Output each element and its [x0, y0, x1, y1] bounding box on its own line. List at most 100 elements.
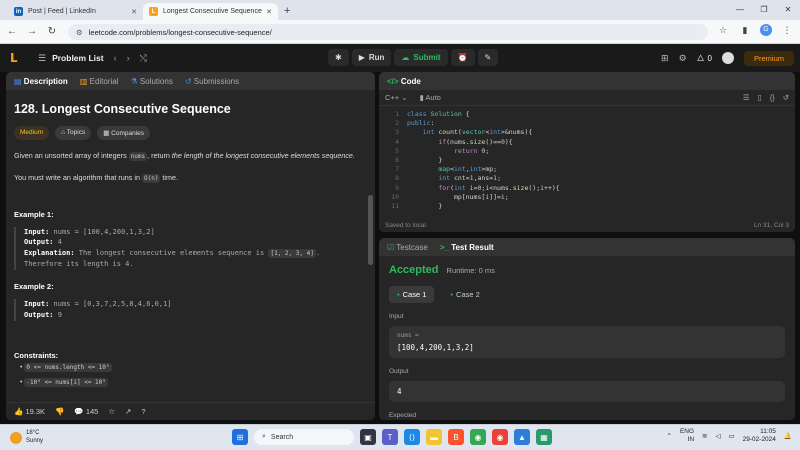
favorite-star-icon[interactable]: ☆ — [108, 407, 115, 416]
tab-solutions[interactable]: ⚗ Solutions — [131, 77, 173, 86]
wifi-icon[interactable]: ≋ — [702, 432, 707, 440]
topics-button[interactable]: ⌂ Topics — [55, 126, 92, 140]
history-icon: ↺ — [184, 76, 192, 86]
result-status: Accepted — [389, 264, 439, 276]
braces-icon[interactable]: {} — [770, 93, 775, 102]
premium-button[interactable]: Premium — [743, 50, 794, 66]
tab-submissions[interactable]: ↺ Submissions — [185, 77, 239, 86]
vscode-icon[interactable]: ⟨⟩ — [404, 429, 420, 445]
browser-tab-leetcode[interactable]: L Longest Consecutive Sequence ✕ — [143, 3, 278, 20]
site-info-icon[interactable]: ⚙ — [76, 28, 83, 37]
weather-widget[interactable]: 18°C Sunny — [10, 430, 43, 444]
tab-test-result[interactable]: >_ Test Result — [440, 243, 494, 252]
case-2-tab[interactable]: • Case 2 — [442, 286, 487, 303]
reset-icon[interactable]: ↺ — [783, 93, 789, 102]
note-icon: ✎ — [484, 53, 492, 62]
output-label: Output — [389, 368, 409, 375]
search-icon: ⌕ — [262, 433, 266, 440]
clock[interactable]: 11:05 29-02-2024 — [743, 428, 776, 445]
brave-icon[interactable]: B — [448, 429, 464, 445]
forward-icon[interactable]: → — [24, 26, 40, 37]
doc-icon: ▤ — [14, 76, 22, 86]
tab-title: Longest Consecutive Sequence — [163, 8, 262, 15]
bookmark-icon[interactable]: ▯ — [758, 93, 762, 102]
battery-icon[interactable]: ▭ — [729, 432, 735, 440]
code-header: </> Code — [379, 72, 795, 90]
alarm-icon: ⏰ — [457, 53, 468, 62]
leetcode-icon: L — [149, 7, 158, 16]
scrollbar[interactable] — [368, 195, 373, 265]
help-icon[interactable]: ? — [141, 407, 145, 416]
output-box: 4 — [389, 381, 785, 402]
photos-icon[interactable]: ▲ — [514, 429, 530, 445]
back-icon[interactable]: ← — [4, 26, 20, 37]
bookmark-star-icon[interactable]: ☆ — [716, 25, 730, 36]
task-view-icon[interactable]: ▣ — [360, 429, 376, 445]
close-window-icon[interactable]: ✕ — [776, 0, 800, 20]
description-panel: ▤ Description ▥ Editorial ⚗ Solutions ↺ … — [6, 72, 375, 420]
companies-button[interactable]: ▦ Companies — [97, 126, 151, 140]
leetcode-logo-icon[interactable]: ᒪ — [10, 51, 24, 65]
problem-list-button[interactable]: ☰ Problem List — [38, 53, 104, 64]
taskbar-search[interactable]: ⌕ Search — [254, 429, 354, 445]
language-select[interactable]: C++ ⌄ — [385, 93, 408, 102]
shuffle-icon[interactable]: ⤭ — [140, 53, 147, 64]
example-2-body: Input: nums = [0,3,7,2,5,8,4,6,0,1] Outp… — [14, 298, 367, 321]
difficulty-badge: Medium — [14, 126, 50, 140]
submit-button[interactable]: ☁ Submit — [394, 49, 448, 66]
reload-icon[interactable]: ↻ — [44, 26, 60, 37]
constraint-item: -10⁹ <= nums[i] <= 10⁹ — [24, 378, 108, 388]
format-icon[interactable]: ☰ — [743, 93, 750, 102]
tab-description[interactable]: ▤ Description — [14, 77, 68, 86]
share-icon[interactable]: ↗ — [125, 407, 131, 416]
url-input[interactable]: ⚙ leetcode.com/problems/longest-consecut… — [68, 24, 708, 40]
streak-fire-icon[interactable]: 🜂 — [697, 49, 705, 67]
menu-icon[interactable]: ⋮ — [780, 25, 794, 36]
case-1-tab[interactable]: • Case 1 — [389, 286, 435, 303]
timer-button[interactable]: ⏰ — [450, 49, 475, 66]
teams-icon[interactable]: T — [382, 429, 398, 445]
chrome-profile-icon[interactable]: ◉ — [492, 429, 508, 445]
volume-icon[interactable]: ◁ — [716, 432, 721, 440]
run-button[interactable]: ▶ Run — [351, 49, 392, 66]
tab-testcase[interactable]: ☑ Testcase — [387, 243, 428, 252]
problem-title[interactable]: 128. Longest Consecutive Sequence — [14, 102, 367, 116]
comments-button[interactable]: 💬 145 — [74, 407, 98, 416]
profile-icon[interactable]: G — [760, 24, 772, 36]
chevron-down-icon: ⌄ — [401, 93, 408, 102]
result-panel: ☑ Testcase >_ Test Result Accepted Runti… — [379, 238, 795, 420]
close-icon[interactable]: ✕ — [266, 8, 272, 16]
avatar[interactable] — [721, 52, 734, 64]
notification-icon[interactable]: 🔔 — [784, 432, 792, 440]
layout-grid-icon[interactable]: ⊞ — [661, 53, 669, 64]
tab-editorial[interactable]: ▥ Editorial — [80, 77, 119, 86]
windows-start-icon[interactable]: ⊞ — [232, 429, 248, 445]
result-tabs: ☑ Testcase >_ Test Result — [379, 238, 795, 256]
file-explorer-icon[interactable]: ▬ — [426, 429, 442, 445]
minimize-icon[interactable]: — — [728, 0, 752, 20]
chrome-icon[interactable]: ◉ — [470, 429, 486, 445]
sidepanel-icon[interactable]: ▮ — [738, 25, 752, 36]
notes-button[interactable]: ✎ — [477, 49, 499, 66]
flask-icon: ⚗ — [130, 76, 138, 86]
autocomplete-mode[interactable]: ▮ Auto — [420, 93, 441, 102]
debug-button[interactable]: ✱ — [328, 49, 349, 66]
runtime-text: Runtime: 0 ms — [446, 266, 495, 275]
app-icon[interactable]: ▦ — [536, 429, 552, 445]
maximize-icon[interactable]: ❐ — [752, 0, 776, 20]
code-icon: </> — [387, 76, 399, 86]
close-icon[interactable]: ✕ — [131, 8, 137, 16]
tray-chevron-icon[interactable]: ⌃ — [667, 432, 672, 440]
like-button[interactable]: 👍 19.3K — [14, 407, 45, 416]
prev-problem-icon[interactable]: ‹ — [114, 53, 117, 64]
dislike-icon[interactable]: 👎 — [55, 407, 64, 416]
browser-tab-linkedin[interactable]: in Post | Feed | LinkedIn ✕ — [8, 3, 143, 20]
next-problem-icon[interactable]: › — [127, 53, 130, 64]
sun-icon — [10, 431, 22, 444]
play-icon: ▶ — [358, 53, 365, 62]
code-editor[interactable]: 1 class Solution { 2 public: 3 int count(v… — [379, 106, 795, 211]
new-tab-icon[interactable]: + — [284, 3, 290, 20]
example-1-title: Example 1: — [14, 209, 54, 219]
constraint-item: 0 <= nums.length <= 10⁵ — [24, 362, 112, 372]
settings-gear-icon[interactable]: ⚙ — [679, 53, 687, 64]
